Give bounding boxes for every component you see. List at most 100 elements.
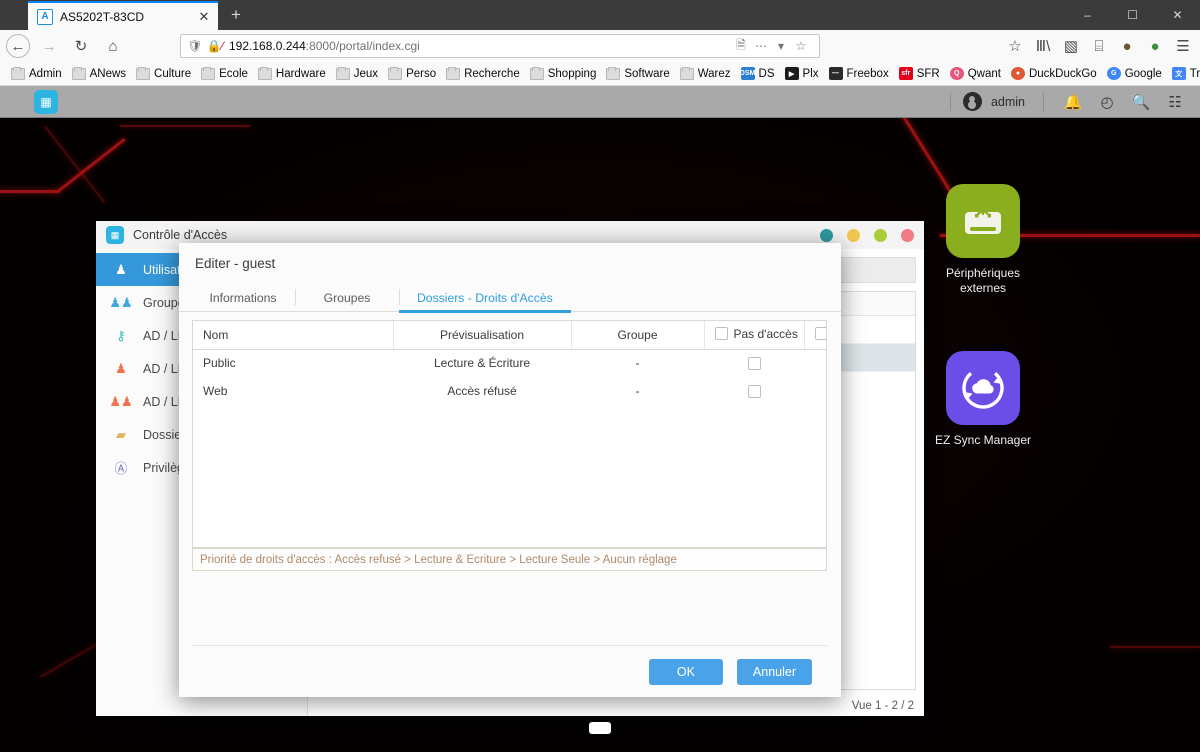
bookmark-shopping[interactable]: Shopping [525,64,602,84]
minimize-button[interactable] [847,229,860,242]
browser-chrome: A AS5202T-83CD ✕ + – ☐ ✕ ← → ↻ ⌂ 🛡 🔒⁄ 19… [0,0,1200,86]
user-menu[interactable]: admin [938,92,1025,111]
column-select-all-checkbox[interactable] [814,327,826,340]
shield-icon[interactable]: 🛡 [185,39,205,53]
desktop-icon-external-devices[interactable]: Périphériques externes [923,184,1043,296]
reader-view-icon[interactable]: 🗎 [731,36,751,57]
bell-icon[interactable]: 🔔 [1056,86,1090,118]
close-icon[interactable]: ✕ [196,10,212,23]
table-row[interactable]: Web Accès réfusé - [193,377,826,405]
tab-informations[interactable]: Informations [191,283,295,312]
bookmark-label: Software [624,67,670,80]
divider [949,92,951,111]
no-access-checkbox[interactable] [747,357,761,371]
url-host: 192.168.0.244 [229,39,306,53]
tab-groupes[interactable]: Groupes [295,283,399,312]
maximize-icon[interactable]: ☐ [1110,0,1155,30]
bookmark-freebox[interactable]: — Freebox [824,64,894,84]
activity-monitor-icon[interactable]: ◴ [1090,86,1124,118]
permissions-table: Nom Prévisualisation Groupe Pas d'accès Lect… [193,321,826,405]
column-header-pas-d-acc-s[interactable]: Pas d'accès [704,321,805,350]
bookmark-sfr[interactable]: sfr SFR [894,64,945,84]
desktop-icon-ez-sync-manager[interactable]: EZ Sync Manager [923,351,1043,448]
bookmark-hardware[interactable]: Hardware [253,64,331,84]
bookmark-software[interactable]: Software [601,64,674,84]
privileges-icon: Ⓐ [114,461,128,476]
account-avatar-icon[interactable]: ● [1114,33,1140,59]
cell-group: - [571,349,704,377]
pin-button[interactable] [820,229,833,242]
bookmark-admin[interactable]: Admin [6,64,67,84]
bookmark-star-icon[interactable]: ☆ [1002,33,1028,59]
bookmark-recherche[interactable]: Recherche [441,64,525,84]
bookmark-label: Freebox [846,67,889,80]
divider [1043,92,1044,111]
extension-icon[interactable]: ● [1142,33,1168,59]
page-actions-icon[interactable]: ⋯ [751,39,771,53]
bookmark-plx[interactable]: ▶ Plx [780,64,824,84]
bookmark-warez[interactable]: Warez [675,64,736,84]
ok-button[interactable]: OK [648,659,723,685]
maximize-button[interactable] [874,229,887,242]
preferences-icon[interactable]: ☷ [1158,86,1192,118]
pocket-icon[interactable]: ▾ [771,39,791,53]
reload-icon[interactable]: ↻ [68,33,94,59]
minimize-icon[interactable]: – [1065,0,1110,30]
bookmark-label: Jeux [353,67,379,80]
bookmark-duckduckgo[interactable]: ● DuckDuckGo [1006,64,1102,84]
control-panel-icon[interactable]: ▦ [34,89,58,114]
browser-tab[interactable]: A AS5202T-83CD ✕ [28,1,218,30]
bookmark-anews[interactable]: ANews [67,64,131,84]
no-access-checkbox[interactable] [747,385,761,399]
taskbar-handle[interactable] [589,722,611,734]
tab-dossiers-droits-d-acc-s[interactable]: Dossiers - Droits d'Accès [399,283,571,313]
column-header-nom[interactable]: Nom [193,321,394,350]
hamburger-menu-icon[interactable]: ☰ [1170,33,1196,59]
tab-label: Groupes [323,290,371,305]
column-select-all-checkbox[interactable] [714,327,728,340]
lock-crossed-icon[interactable]: 🔒⁄ [205,39,225,53]
cell-text: Public [203,356,236,371]
tab-strip: A AS5202T-83CD ✕ + – ☐ ✕ [0,0,1200,30]
bookmark-ecole[interactable]: Ecole [196,64,253,84]
bookmark-perso[interactable]: Perso [383,64,441,84]
bookmark-qwant[interactable]: Q Qwant [945,64,1006,84]
cell-group: - [571,377,704,405]
folder-icon [136,66,151,80]
column-header-groupe[interactable]: Groupe [571,321,705,350]
bookmark-trad[interactable]: 文Trad [1167,64,1200,84]
new-tab-button[interactable]: + [222,1,250,29]
bookmark-google[interactable]: G Google [1102,64,1167,84]
home-icon[interactable]: ⌂ [100,33,126,59]
bookmark-jeux[interactable]: Jeux [331,64,383,84]
cell-no-access[interactable] [704,349,804,377]
back-arrow-icon[interactable]: ← [6,34,30,58]
freebox-icon: — [828,67,843,80]
bookmark-star-icon[interactable]: ☆ [791,39,811,53]
close-button[interactable] [901,229,914,242]
sidebar-icon[interactable]: ▧ [1058,33,1084,59]
forward-arrow-icon[interactable]: → [36,33,62,59]
containers-icon[interactable]: ⌸ [1086,33,1112,59]
cell-no-access[interactable] [704,377,804,405]
bookmark-culture[interactable]: Culture [131,64,196,84]
library-icon[interactable]: Ⅲ\ [1030,33,1056,59]
cell-read-write[interactable] [804,377,826,405]
bookmark-ds[interactable]: DSM DS [736,64,780,84]
close-icon[interactable]: ✕ [1155,0,1200,30]
folder-icon [335,66,350,80]
table-row[interactable]: Public Lecture & Écriture - [193,349,826,377]
bookmark-label: Qwant [967,67,1001,80]
search-icon[interactable]: 🔍 [1124,86,1158,118]
cell-read-write[interactable] [804,349,826,377]
window-controls: – ☐ ✕ [1065,0,1200,30]
folder-icon [606,66,621,80]
url-bar[interactable]: 🛡 🔒⁄ 192.168.0.244:8000/portal/index.cgi… [180,34,820,58]
folder-icon [11,66,25,80]
folder-icon: ▰ [116,426,126,442]
column-header-lecture-criture[interactable]: Lecture & Écriture [804,321,826,350]
plex-icon: ▶ [784,67,799,80]
bookmark-label: ANews [89,67,127,80]
cancel-button[interactable]: Annuler [736,659,812,685]
column-header-pr-visualisation[interactable]: Prévisualisation [393,321,572,350]
